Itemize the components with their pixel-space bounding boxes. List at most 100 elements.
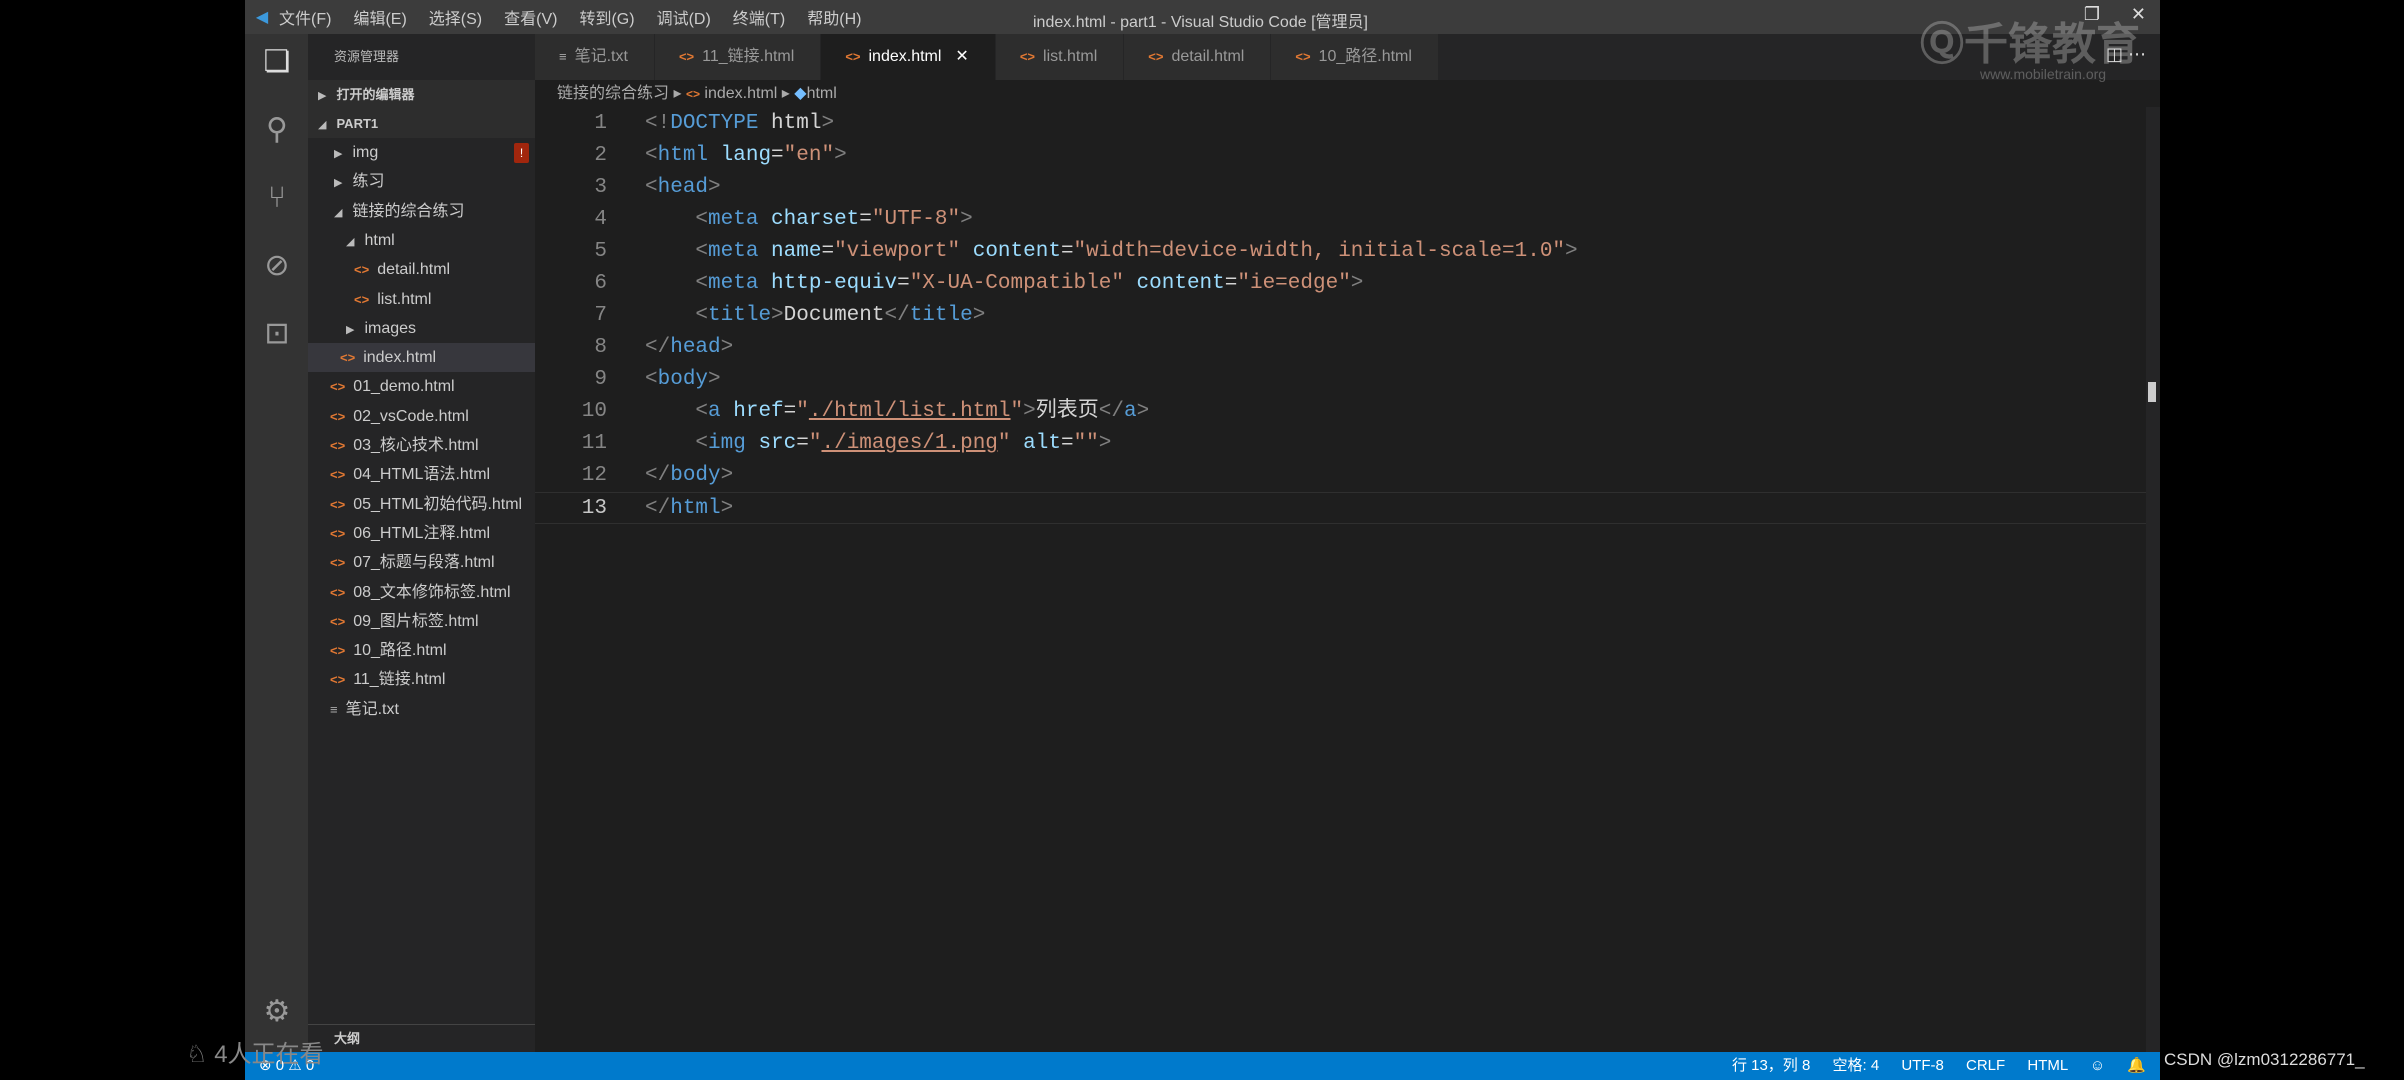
tree-item[interactable]: <> index.html — [308, 343, 535, 373]
editor-actions: ◫ ⋯ — [2106, 44, 2146, 65]
html-file-icon: <> — [330, 584, 346, 600]
explorer-sidebar: 资源管理器 ▶ 打开的编辑器 ◢ PART1 ▶ img! ▶ 练习 ◢ 链接的综合练习 ◢ ht… — [308, 34, 535, 1052]
tree-item-label: detail.html — [377, 261, 451, 279]
code-token: href — [720, 400, 784, 423]
csdn-watermark: CSDN @lzm0312286771_ — [2164, 1050, 2365, 1069]
indentation[interactable]: 空格: 4 — [1832, 1057, 1879, 1074]
tree-item[interactable]: ▶ img! — [308, 138, 535, 167]
tree-item[interactable]: <> 08_文本修饰标签.html — [308, 578, 535, 607]
code-token: " — [796, 400, 809, 423]
code-token: = — [783, 400, 797, 423]
menu-item[interactable]: 查看(V) — [504, 11, 557, 28]
line-number: 9 — [594, 368, 607, 391]
tab-10_-html[interactable]: <> 10_路径.html — [1271, 34, 1439, 80]
explorer-header: 资源管理器 — [334, 49, 400, 64]
html-file-icon: <> — [330, 643, 346, 659]
menu-item[interactable]: 终端(T) — [733, 11, 785, 28]
tree-item[interactable]: <> 04_HTML语法.html — [308, 460, 535, 489]
code-token: > — [834, 144, 847, 167]
tree-item[interactable]: ≡ 笔记.txt — [308, 695, 535, 724]
code-token: html — [657, 144, 709, 167]
tree-item[interactable]: ▶ images — [308, 314, 535, 343]
code-token: < — [695, 304, 709, 327]
html-file-icon: <> — [1148, 49, 1164, 64]
html-file-icon: <> — [330, 613, 346, 629]
explorer-icon[interactable]: ❏ — [259, 44, 295, 80]
cursor-position[interactable]: 行 13，列 8 — [1732, 1057, 1810, 1074]
language-mode[interactable]: HTML — [2027, 1057, 2067, 1074]
breadcrumb-folder[interactable]: 链接的综合练习 — [557, 85, 669, 102]
code-token: body — [670, 464, 721, 487]
code-token: html — [670, 497, 721, 520]
html-file-icon: <> — [330, 467, 346, 483]
editor-scrollbar[interactable] — [2146, 107, 2160, 1052]
code-token: DOCTYPE — [670, 112, 759, 135]
line-number: 6 — [594, 272, 607, 295]
menu-item[interactable]: 选择(S) — [429, 11, 482, 28]
html-file-icon: <> — [685, 87, 700, 101]
more-actions-icon[interactable]: ⋯ — [2128, 44, 2146, 64]
tree-item-label: index.html — [363, 349, 437, 367]
line-ending[interactable]: CRLF — [1966, 1057, 2005, 1074]
tab-detail-html[interactable]: <> detail.html — [1124, 34, 1272, 80]
tree-item[interactable]: ◢ 链接的综合练习 — [308, 197, 535, 226]
breadcrumb-symbol[interactable]: html — [807, 85, 837, 102]
tree-item-label: images — [364, 319, 417, 337]
tree-item[interactable]: <> 06_HTML注释.html — [308, 519, 535, 548]
menu-item[interactable]: 调试(D) — [657, 11, 711, 28]
code-token: </ — [645, 464, 671, 487]
chevron-right-icon: ▶ — [346, 323, 355, 336]
menu-item[interactable]: 帮助(H) — [807, 11, 861, 28]
split-editor-icon[interactable]: ◫ — [2106, 44, 2123, 64]
open-editors-section[interactable]: ▶ 打开的编辑器 — [308, 80, 535, 109]
source-control-icon[interactable]: ⑂ — [259, 180, 295, 216]
tab-11_-html[interactable]: <> 11_链接.html — [654, 34, 822, 80]
menu-item[interactable]: 文件(F) — [279, 11, 331, 28]
close-tab-icon[interactable]: ✕ — [955, 48, 968, 65]
breadcrumb-file[interactable]: index.html — [704, 85, 777, 102]
code-editor[interactable]: 1 <!DOCTYPE html> 2 <html lang="en"> 3 <head>… — [535, 108, 2146, 1052]
line-number: 11 — [581, 432, 607, 455]
debug-icon[interactable]: ⊘ — [259, 248, 295, 284]
activity-bar: ❏ ⚲ ⑂ ⊘ ⊡ ⚙ — [245, 34, 308, 1052]
tree-item[interactable]: ◢ html — [308, 226, 535, 255]
line-number: 1 — [594, 112, 607, 135]
code-token: meta — [708, 208, 759, 231]
tree-item[interactable]: ▶ 练习 — [308, 167, 535, 196]
outline-section[interactable]: 大纲 — [308, 1024, 535, 1052]
line-number: 13 — [581, 497, 607, 520]
scroll-thumb[interactable] — [2148, 382, 2156, 402]
gear-icon[interactable]: ⚙ — [259, 994, 295, 1030]
tree-item[interactable]: <> 03_核心技术.html — [308, 431, 535, 460]
tab-index-html[interactable]: <> index.html ✕ — [821, 34, 996, 80]
viewers-text: 4人正在看 — [214, 1041, 324, 1068]
encoding[interactable]: UTF-8 — [1901, 1057, 1944, 1074]
tree-item[interactable]: <> 01_demo.html — [308, 372, 535, 401]
vscode-logo-icon: ◀ — [255, 9, 269, 26]
tree-item[interactable]: <> list.html — [308, 285, 535, 314]
window-title: index.html - part1 - Visual Studio Code … — [1033, 14, 1368, 31]
tree-item[interactable]: <> 07_标题与段落.html — [308, 548, 535, 577]
tab--txt[interactable]: ≡ 笔记.txt — [535, 34, 655, 80]
tab-list-html[interactable]: <> list.html — [995, 34, 1125, 80]
tree-item[interactable]: <> 09_图片标签.html — [308, 607, 535, 636]
feedback-smiley-icon[interactable]: ☺ — [2090, 1057, 2105, 1074]
tree-item[interactable]: <> 05_HTML初始代码.html — [308, 490, 535, 519]
tree-item[interactable]: <> 11_链接.html — [308, 665, 535, 694]
code-line: 7 <title>Document</title> — [535, 300, 2146, 332]
search-icon[interactable]: ⚲ — [259, 112, 295, 148]
tree-item[interactable]: <> 02_vsCode.html — [308, 402, 535, 431]
tree-item[interactable]: <> detail.html — [308, 255, 535, 284]
code-token: = — [771, 144, 784, 167]
menu-item[interactable]: 编辑(E) — [353, 11, 406, 28]
notifications-bell-icon[interactable]: 🔔 — [2127, 1057, 2146, 1074]
code-line: 11 <img src="./images/1.png" alt=""> — [535, 428, 2146, 460]
html-file-icon: <> — [330, 555, 346, 571]
extensions-icon[interactable]: ⊡ — [259, 316, 295, 352]
menu-item[interactable]: 转到(G) — [579, 11, 634, 28]
folder-section-part1[interactable]: ◢ PART1 — [308, 109, 535, 138]
tree-item[interactable]: <> 10_路径.html — [308, 636, 535, 665]
line-number: 8 — [594, 336, 607, 359]
code-token: </ — [884, 304, 910, 327]
